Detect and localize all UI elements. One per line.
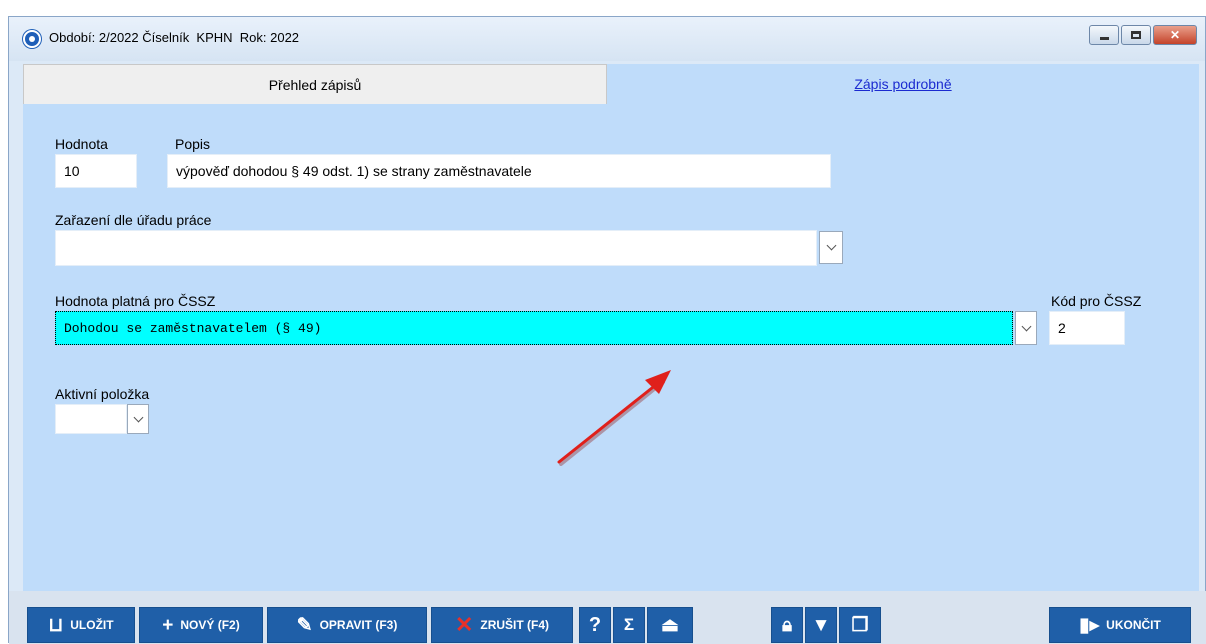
annotation-arrow (557, 370, 671, 466)
help-button[interactable]: ? (579, 607, 611, 643)
zarazeni-label: Zařazení dle úřadu práce (55, 212, 212, 228)
tab-strip: Přehled zápisů Zápis podrobně (23, 64, 1199, 104)
filter-button[interactable]: ▼ (805, 607, 837, 643)
exit-door-icon: ▮▸ (1079, 614, 1100, 636)
close-icon: ✕ (1169, 28, 1181, 42)
exit-button[interactable]: ▮▸ UKONČIT (1049, 607, 1191, 643)
minimize-button[interactable] (1089, 25, 1119, 45)
aktivni-select[interactable] (55, 404, 127, 434)
filter-icon: ▼ (811, 614, 831, 636)
edit-button[interactable]: ✎ OPRAVIT (F3) (267, 607, 427, 643)
new-button[interactable]: + NOVÝ (F2) (139, 607, 263, 643)
aktivni-dropdown-button[interactable] (127, 404, 149, 434)
tab-overview[interactable]: Přehled zápisů (23, 64, 607, 104)
close-button[interactable]: ✕ (1153, 25, 1197, 45)
save-button[interactable]: ⊔ ULOŽIT (27, 607, 135, 643)
app-logo-icon (23, 30, 41, 48)
save-button-label: ULOŽIT (70, 618, 114, 632)
chevron-down-icon (1021, 321, 1031, 331)
maximize-icon (1131, 31, 1141, 39)
user-icon: ⏏ (661, 614, 679, 636)
chevron-down-icon (133, 412, 143, 422)
cancel-button-label: ZRUŠIT (F4) (480, 618, 550, 632)
exit-button-label: UKONČIT (1106, 618, 1161, 632)
new-button-label: NOVÝ (F2) (180, 618, 240, 632)
lock-icon: 🔒︎ (781, 614, 793, 636)
cancel-button[interactable]: ✕ ZRUŠIT (F4) (431, 607, 573, 643)
detail-panel: Hodnota 10 Popis výpověď dohodou § 49 od… (23, 104, 1199, 591)
popis-input[interactable]: výpověď dohodou § 49 odst. 1) se strany … (167, 154, 831, 188)
app-window: Období: 2/2022 Číselník KPHN Rok: 2022 ✕… (8, 16, 1206, 644)
tab-detail[interactable]: Zápis podrobně (607, 64, 1199, 104)
hodnota-label: Hodnota (55, 136, 108, 152)
x-icon: ✕ (454, 612, 474, 637)
kod-label: Kód pro ČSSZ (1051, 293, 1142, 309)
cssz-label: Hodnota platná pro ČSSZ (55, 293, 216, 309)
aktivni-label: Aktivní položka (55, 386, 150, 402)
zarazeni-select[interactable] (55, 230, 817, 266)
minimize-icon (1099, 36, 1109, 40)
kod-input[interactable]: 2 (1049, 311, 1125, 345)
zarazeni-dropdown-button[interactable] (819, 231, 843, 264)
sum-button[interactable]: Σ (613, 607, 645, 643)
cssz-dropdown-button[interactable] (1015, 311, 1037, 345)
popis-label: Popis (175, 136, 211, 152)
chevron-down-icon (826, 240, 836, 251)
cssz-select[interactable]: Dohodou se zaměstnavatelem (§ 49) (55, 311, 1013, 345)
plus-icon: + (162, 614, 174, 636)
window-controls: ✕ (1089, 25, 1197, 45)
maximize-button[interactable] (1121, 25, 1151, 45)
edit-button-label: OPRAVIT (F3) (319, 618, 398, 632)
user-button[interactable]: ⏏ (647, 607, 693, 643)
action-toolbar: ⊔ ULOŽIT + NOVÝ (F2) ✎ OPRAVIT (F3) ✕ ZR… (9, 591, 1206, 644)
lock-button[interactable]: 🔒︎ (771, 607, 803, 643)
hodnota-input[interactable]: 10 (55, 154, 137, 188)
edit-icon: ✎ (296, 614, 313, 636)
title-bar: Období: 2/2022 Číselník KPHN Rok: 2022 ✕ (9, 17, 1205, 61)
window-title: Období: 2/2022 Číselník KPHN Rok: 2022 (49, 30, 300, 45)
copy-icon: ❐ (851, 614, 869, 636)
save-icon: ⊔ (48, 614, 64, 636)
copy-button[interactable]: ❐ (839, 607, 881, 643)
